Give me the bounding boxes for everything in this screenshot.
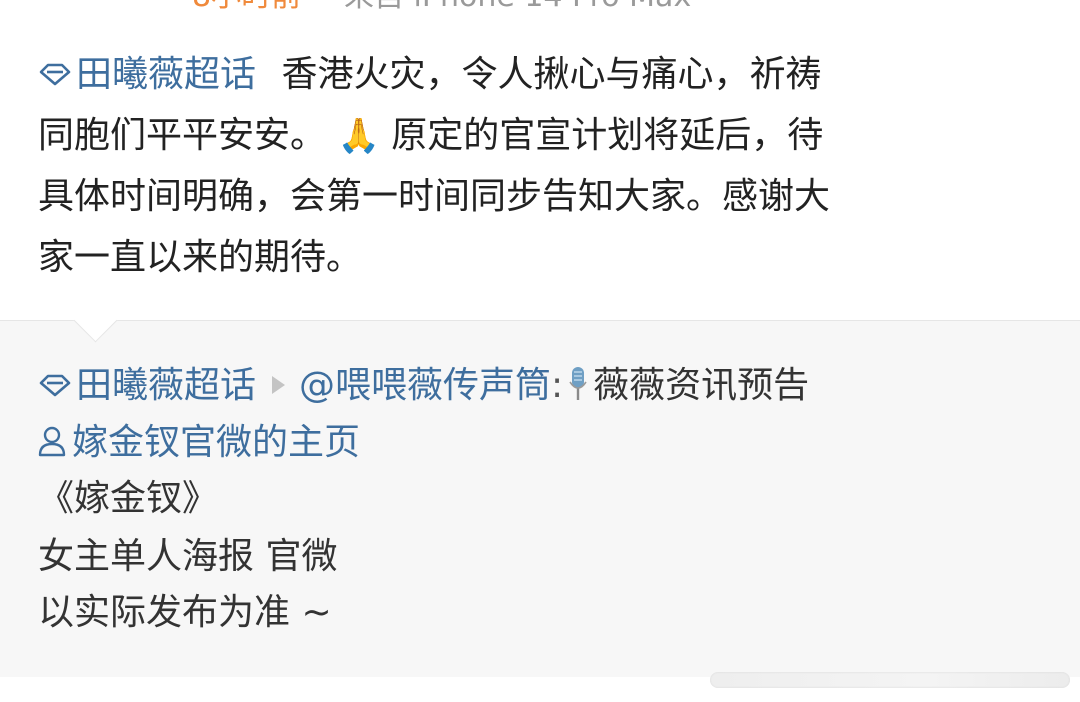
microphone-icon (569, 367, 587, 400)
post-source: 来自 iPhone 14 Pro Max (344, 0, 691, 12)
post-text-line2a: 同胞们平平安安。 (38, 115, 327, 156)
quote-author-link[interactable]: @喂喂薇传声筒 (299, 365, 551, 406)
quote-super-topic-label: 田曦薇超话 (76, 365, 257, 406)
quote-super-topic-link[interactable]: 田曦薇超话 (38, 365, 256, 406)
post-body: 田曦薇超话 香港火灾，令人揪心与痛心，祈祷 同胞们平平安安。 🙏 原定的官宣计划… (38, 44, 1038, 288)
quoted-post[interactable]: 田曦薇超话 @喂喂薇传声筒: 薇薇资讯预告 嫁金钗官微的主页 《嫁金钗》 女主单人海… (0, 298, 1080, 677)
scroll-handle[interactable] (710, 672, 1070, 688)
quote-colon: : (551, 365, 564, 406)
quote-notch (73, 298, 118, 343)
quote-poster-line: 女主单人海报 官微 (38, 536, 338, 577)
quote-header-line: 田曦薇超话 @喂喂薇传声筒: 薇薇资讯预告 (38, 366, 809, 406)
super-topic-gem-icon (39, 63, 71, 86)
profile-link-label: 嫁金钗官微的主页 (72, 422, 361, 463)
post-text-line1: 香港火灾，令人揪心与痛心，祈祷 (281, 54, 822, 95)
post-text-line2b: 原定的官宣计划将延后，待 (391, 115, 824, 156)
post-text-line4: 家一直以来的期待。 (38, 237, 363, 278)
profile-link[interactable]: 嫁金钗官微的主页 (38, 423, 360, 463)
post-time: 8小时前 (192, 0, 301, 12)
quote-work-title: 《嫁金钗》 (38, 478, 219, 519)
post-header: 8小时前 来自 iPhone 14 Pro Max (0, 0, 1080, 18)
person-icon (38, 426, 66, 457)
super-topic-link[interactable]: 田曦薇超话 (38, 54, 256, 95)
triangle-right-icon (272, 376, 286, 394)
post-text-line3: 具体时间明确，会第一时间同步告知大家。感谢大 (38, 176, 831, 217)
pray-emoji-icon: 🙏 (337, 116, 380, 156)
super-topic-gem-icon (39, 374, 71, 397)
super-topic-label: 田曦薇超话 (76, 54, 257, 95)
quote-title: 薇薇资讯预告 (593, 365, 810, 406)
quote-note-line: 以实际发布为准 ~ (38, 592, 332, 633)
